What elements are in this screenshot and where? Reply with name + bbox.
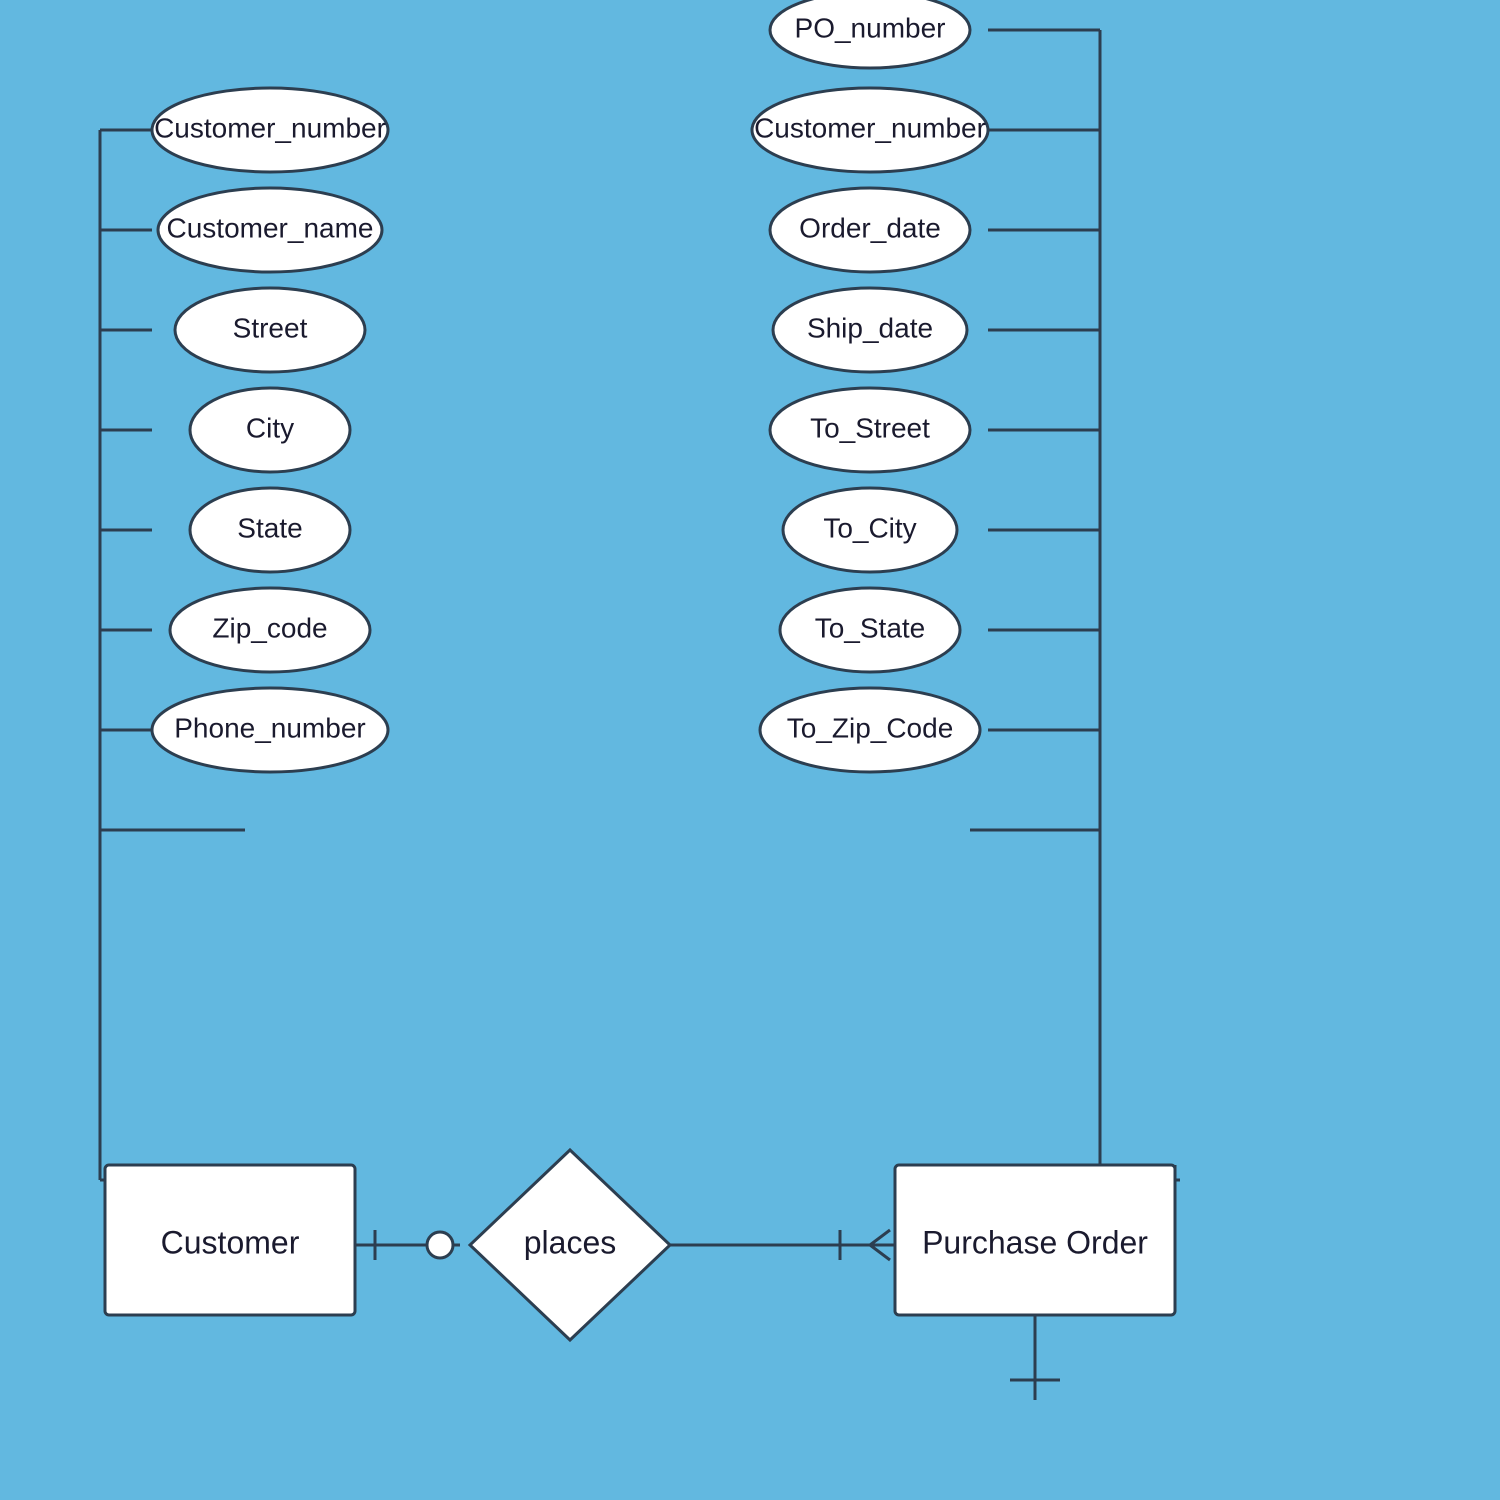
attr-phone-number-label: Phone_number [174,712,365,743]
attr-order-date-label: Order_date [799,212,941,243]
attr-to-street-label: To_Street [810,412,930,443]
purchase-order-entity-label: Purchase Order [922,1224,1148,1260]
attr-to-zip-code-label: To_Zip_Code [787,712,954,743]
attr-order-customer-number-label: Customer_number [754,112,986,143]
attr-po-number-label: PO_number [795,12,946,43]
places-label: places [524,1224,617,1260]
attr-to-state-label: To_State [815,612,926,643]
attr-to-city-label: To_City [823,512,916,543]
attr-city-label: City [246,412,294,443]
attr-state-label: State [237,512,302,543]
customer-entity-label: Customer [161,1224,300,1260]
attr-zip-code-label: Zip_code [212,612,327,643]
attr-customer-number-label: Customer_number [154,112,386,143]
attr-street-label: Street [233,312,308,343]
attr-customer-name-label: Customer_name [167,212,374,243]
attr-ship-date-label: Ship_date [807,312,933,343]
